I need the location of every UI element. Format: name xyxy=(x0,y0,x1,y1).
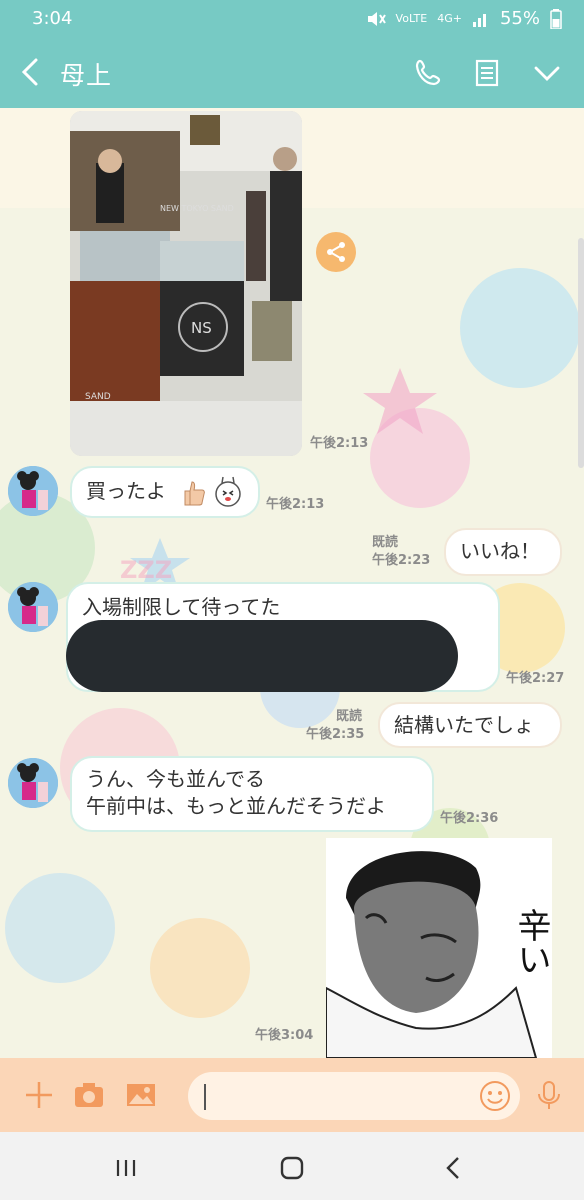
timestamp: 午後3:04 xyxy=(255,1028,314,1043)
phone-icon[interactable] xyxy=(412,56,446,90)
message-bubble[interactable]: 買ったよ xyxy=(70,466,260,518)
timestamp: 午後2:27 xyxy=(506,671,565,686)
mute-icon xyxy=(367,11,386,26)
sticker-caption: 辛い xyxy=(511,908,551,976)
emoji-icon[interactable] xyxy=(478,1079,512,1113)
message-bubble[interactable]: 結構いたでしょ xyxy=(378,702,562,748)
svg-text:SAND: SAND xyxy=(85,392,111,402)
avatar[interactable] xyxy=(8,758,58,808)
message-bubble[interactable]: うん、今も並んでる 午前中は、もっと並んだそうだよ xyxy=(70,756,434,832)
message-text: 結構いたでしょ xyxy=(394,713,534,737)
crying-man-sticker: 辛い xyxy=(325,838,552,1058)
chevron-down-icon[interactable] xyxy=(530,56,564,90)
avatar[interactable] xyxy=(8,466,58,516)
timestamp: 午後2:13 xyxy=(310,436,369,451)
thumbs-up-emoji-icon xyxy=(184,481,205,506)
home-icon[interactable] xyxy=(278,1154,306,1182)
signal-icon xyxy=(472,13,486,27)
chat-area[interactable]: Pop!! ZZZ NS NEW TOKYO SAND SAND 午後2:1 xyxy=(0,108,584,1058)
bunny-emoji-icon xyxy=(215,476,241,507)
share-button[interactable] xyxy=(316,232,356,272)
shop-photo: NS NEW TOKYO SAND SAND xyxy=(70,111,302,456)
avatar[interactable] xyxy=(8,582,58,632)
battery-icon xyxy=(550,8,562,29)
plus-icon[interactable] xyxy=(22,1078,56,1112)
text-caret xyxy=(204,1084,206,1110)
message-text: いいね！ xyxy=(460,539,540,563)
timestamp: 午後2:36 xyxy=(440,811,499,826)
message-text: 入場制限して待ってた xyxy=(82,595,281,619)
back-icon[interactable] xyxy=(14,54,50,90)
read-receipt: 既読 xyxy=(336,709,363,724)
android-nav-bar xyxy=(0,1132,584,1200)
chat-header: 母上 xyxy=(0,40,584,108)
svg-text:NS: NS xyxy=(191,319,212,337)
notes-icon[interactable] xyxy=(470,56,504,90)
read-receipt: 既読 xyxy=(372,535,399,550)
message-input[interactable] xyxy=(188,1072,520,1120)
chat-title: 母上 xyxy=(60,61,113,90)
battery-percent: 55% xyxy=(499,8,540,29)
svg-text:ZZZ: ZZZ xyxy=(120,556,172,584)
share-icon xyxy=(327,242,345,262)
redaction-bar xyxy=(66,620,458,692)
image-icon[interactable] xyxy=(124,1078,158,1112)
sticker-message[interactable]: 辛い xyxy=(325,838,552,1058)
timestamp: 午後2:23 xyxy=(372,553,431,568)
recent-apps-icon[interactable] xyxy=(112,1154,140,1182)
message-text: 買ったよ xyxy=(86,479,166,503)
network-label: 4G+ xyxy=(437,12,462,25)
nav-back-icon[interactable] xyxy=(440,1154,468,1182)
mic-icon[interactable] xyxy=(532,1078,566,1112)
photo-message[interactable]: NS NEW TOKYO SAND SAND xyxy=(70,111,302,456)
camera-icon[interactable] xyxy=(72,1078,106,1112)
scrollbar[interactable] xyxy=(578,238,584,468)
message-text-line: 午前中は、もっと並んだそうだよ xyxy=(86,794,386,818)
volte-label: VoLTE xyxy=(395,12,428,25)
status-time: 3:04 xyxy=(32,8,73,29)
input-bar xyxy=(0,1058,584,1132)
message-text-line: うん、今も並んでる xyxy=(86,767,265,791)
status-icons: VoLTE 4G+ 55% xyxy=(366,8,562,29)
svg-text:NEW TOKYO SAND: NEW TOKYO SAND xyxy=(160,204,234,213)
timestamp: 午後2:13 xyxy=(266,497,325,512)
timestamp: 午後2:35 xyxy=(306,727,365,742)
status-bar: 3:04 VoLTE 4G+ 55% xyxy=(0,0,584,40)
message-bubble[interactable]: いいね！ xyxy=(444,528,562,576)
